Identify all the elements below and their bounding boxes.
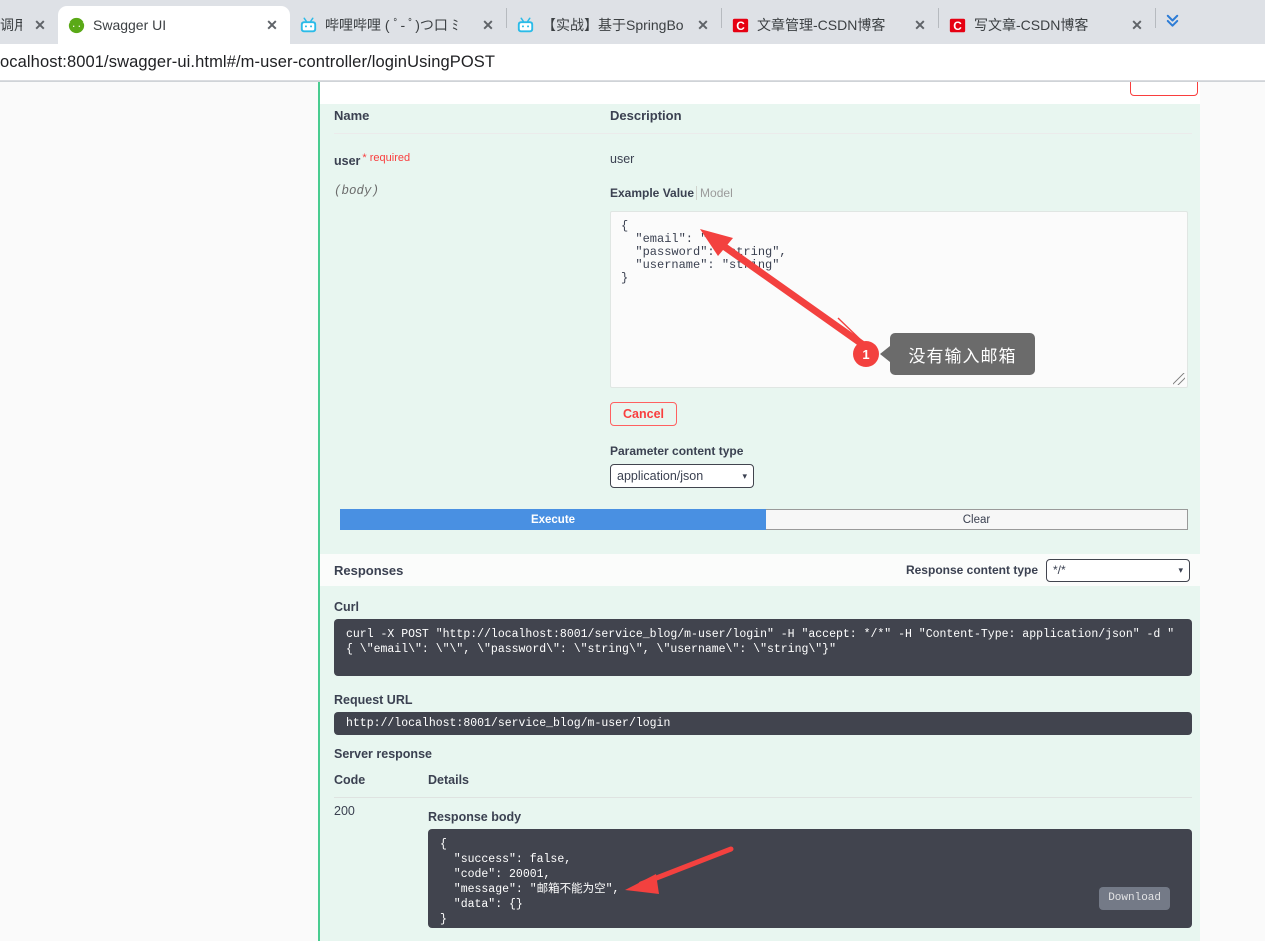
- parameter-name: user: [334, 154, 361, 168]
- curl-label: Curl: [334, 600, 359, 614]
- tab-close-icon[interactable]: ✕: [478, 15, 498, 35]
- parameter-description-cell: user Example Value Model { "email": "", …: [610, 152, 1192, 488]
- curl-command-block: curl -X POST "http://localhost:8001/serv…: [334, 619, 1192, 676]
- tab-list-chevron-icon[interactable]: [1156, 4, 1188, 36]
- column-header-name: Name: [334, 108, 370, 123]
- bilibili-icon: [300, 17, 317, 34]
- browser-tab-swagger-ui[interactable]: {··} Swagger UI ✕: [58, 6, 290, 44]
- server-response-label: Server response: [334, 747, 432, 761]
- tab-close-icon[interactable]: ✕: [262, 15, 282, 35]
- svg-text:C: C: [736, 18, 745, 32]
- parameter-description: user: [610, 152, 635, 166]
- browser-tab-csdn-article-manage[interactable]: C 文章管理-CSDN博客 ✕: [722, 6, 938, 44]
- response-content-type-label: Response content type: [905, 563, 1038, 577]
- operation-inner: Name Description user * required (body) u…: [334, 82, 1192, 488]
- responses-title: Responses: [334, 562, 404, 578]
- request-url-block: http://localhost:8001/service_blog/m-use…: [334, 712, 1192, 735]
- responses-bar: Responses Response content type */* ▾: [320, 554, 1200, 586]
- clear-button[interactable]: Clear: [766, 509, 1188, 530]
- column-header-details: Details: [428, 773, 469, 787]
- response-body-label: Response body: [428, 810, 522, 824]
- download-button[interactable]: Download: [1099, 887, 1170, 910]
- response-status-code: 200: [334, 804, 355, 818]
- response-body-text: { "success": false, "code": 20001, "mess…: [440, 838, 620, 926]
- chevron-down-icon: ▾: [1178, 564, 1183, 575]
- response-table-header: Code Details: [334, 773, 1192, 798]
- response-body-block: { "success": false, "code": 20001, "mess…: [428, 829, 1192, 928]
- browser-tab-csdn-write[interactable]: C 写文章-CSDN博客 ✕: [939, 6, 1155, 44]
- browser-tab-springboot[interactable]: 【实战】基于SpringBo ✕: [507, 6, 721, 44]
- parameter-content-type-value: application/json: [617, 469, 704, 483]
- bilibili-icon: [517, 17, 534, 34]
- tab-title: Swagger UI: [93, 17, 167, 33]
- parameter-location: (body): [334, 184, 380, 198]
- request-body-text: { "email": "", "password": "string", "us…: [621, 219, 787, 285]
- parameter-name-cell: user * required (body): [334, 152, 610, 488]
- tab-example-value[interactable]: Example Value: [610, 186, 694, 200]
- parameter-content-type-label: Parameter content type: [610, 444, 744, 458]
- parameter-row-user: user * required (body) user Example Value…: [334, 134, 1192, 488]
- tab-title: 文章管理-CSDN博客: [757, 17, 886, 33]
- browser-tab-0[interactable]: 调用 ✕: [0, 6, 58, 44]
- tab-model[interactable]: Model: [696, 186, 733, 200]
- textarea-resize-handle-icon[interactable]: [1173, 373, 1185, 385]
- request-body-textarea[interactable]: { "email": "", "password": "string", "us…: [610, 211, 1188, 388]
- parameter-name-wrap: user * required: [334, 152, 610, 170]
- browser-tab-bilibili[interactable]: 哔哩哔哩 ( ﾟ- ﾟ)つ口 ﾐ ✕: [290, 6, 506, 44]
- tab-close-icon[interactable]: ✕: [30, 15, 50, 35]
- response-content-type-select[interactable]: */* ▾: [1046, 558, 1190, 582]
- tab-title: 写文章-CSDN博客: [974, 17, 1089, 33]
- cancel-button[interactable]: Cancel: [610, 402, 677, 426]
- address-bar[interactable]: ocalhost:8001/swagger-ui.html#/m-user-co…: [0, 44, 1265, 81]
- response-content-type-value: */*: [1053, 563, 1066, 577]
- parameter-content-type-select[interactable]: application/json ▾: [610, 464, 754, 488]
- column-header-description: Description: [610, 108, 682, 123]
- swagger-operation-block: Name Description user * required (body) u…: [318, 82, 1200, 941]
- tab-strip: 调用 ✕ {··} Swagger UI ✕: [0, 0, 1265, 44]
- request-url-label: Request URL: [334, 693, 413, 707]
- column-header-code: Code: [334, 773, 366, 787]
- example-value-model-tabs: Example Value Model: [610, 186, 1192, 200]
- url-text: ocalhost:8001/swagger-ui.html#/m-user-co…: [0, 52, 496, 71]
- execute-button[interactable]: Execute: [340, 509, 766, 530]
- csdn-icon: C: [949, 17, 966, 34]
- svg-text:{··}: {··}: [68, 20, 85, 31]
- chevron-down-icon: ▾: [742, 470, 747, 481]
- tab-title: 【实战】基于SpringBo: [542, 17, 684, 33]
- page-viewport: Name Description user * required (body) u…: [0, 81, 1265, 941]
- tab-close-icon[interactable]: ✕: [1127, 15, 1147, 35]
- svg-text:C: C: [953, 18, 962, 32]
- tab-title: 哔哩哔哩 ( ﾟ- ﾟ)つ口 ﾐ: [325, 17, 459, 33]
- browser-chrome: 调用 ✕ {··} Swagger UI ✕: [0, 0, 1265, 44]
- csdn-icon: C: [732, 17, 749, 34]
- execute-clear-row: Execute Clear: [340, 509, 1188, 530]
- tab-title: 调用: [0, 17, 22, 33]
- tab-close-icon[interactable]: ✕: [693, 15, 713, 35]
- swagger-icon: {··}: [65, 17, 88, 34]
- response-content-type-wrap: Response content type */* ▾: [905, 558, 1190, 582]
- tab-close-icon[interactable]: ✕: [910, 15, 930, 35]
- parameter-required-badge: * required: [362, 152, 411, 164]
- parameters-table-header: Name Description: [334, 82, 1192, 134]
